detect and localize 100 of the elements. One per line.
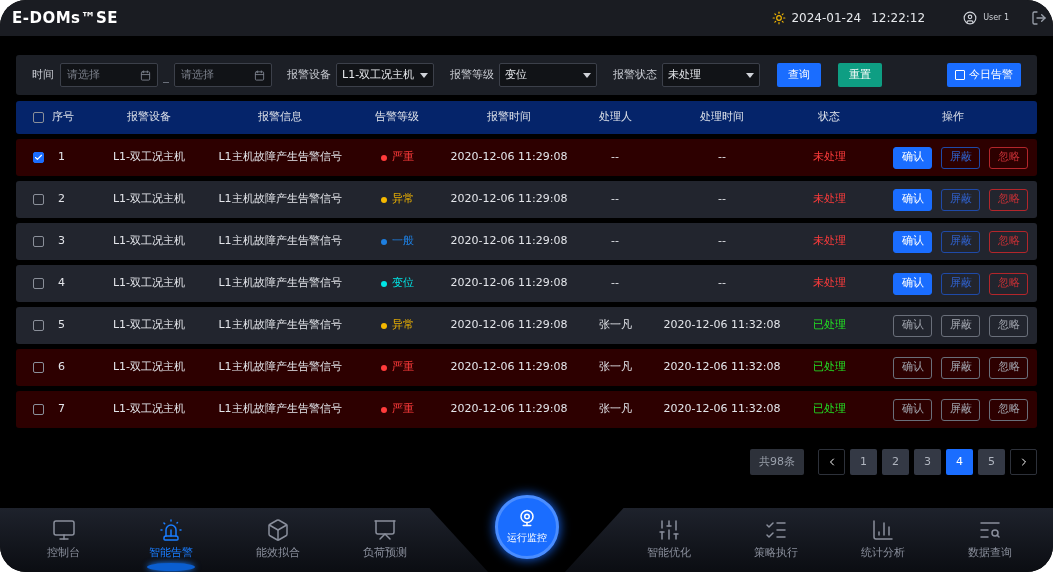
table-cell: L1-双工况主机 bbox=[112, 191, 186, 208]
nav-item[interactable]: 智能优化 bbox=[643, 518, 694, 562]
bar-chart-icon bbox=[870, 518, 895, 543]
date-text: 2024-01-24 bbox=[791, 10, 862, 27]
table-cell: -- bbox=[611, 191, 619, 208]
checkbox[interactable] bbox=[33, 112, 44, 123]
table-cell: 3 bbox=[58, 233, 65, 250]
logo: E-DOMs™SE bbox=[12, 7, 119, 29]
status-text: 未处理 bbox=[812, 233, 846, 250]
table-cell: 张一凡 bbox=[598, 401, 632, 418]
action-button[interactable]: 屏蔽 bbox=[941, 146, 980, 169]
action-button[interactable]: 屏蔽 bbox=[941, 356, 980, 379]
level-text: 异常 bbox=[391, 317, 414, 334]
column-header: 告警等级 bbox=[375, 109, 419, 126]
checkbox[interactable] bbox=[33, 194, 44, 205]
calendar-icon bbox=[140, 69, 151, 81]
checkbox[interactable] bbox=[33, 236, 44, 247]
table-cell: 2020-12-06 11:29:08 bbox=[450, 359, 568, 376]
page-button[interactable]: 3 bbox=[914, 449, 941, 475]
checkbox[interactable] bbox=[33, 404, 44, 415]
table-cell: -- bbox=[718, 149, 726, 166]
page-button[interactable]: 5 bbox=[978, 449, 1005, 475]
user-name: User 1 bbox=[983, 12, 1009, 24]
page-button[interactable]: 4 bbox=[946, 449, 973, 475]
column-header: 报警时间 bbox=[487, 109, 531, 126]
column-header: 操作 bbox=[942, 109, 964, 126]
caret-icon bbox=[420, 72, 428, 78]
action-button[interactable]: 屏蔽 bbox=[941, 398, 980, 421]
action-button[interactable]: 确认 bbox=[893, 314, 932, 337]
reset-button[interactable]: 重置 bbox=[838, 63, 882, 87]
device-select[interactable]: L1-双工况主机 bbox=[336, 63, 434, 87]
table-row[interactable]: 2 L1-双工况主机 L1主机故障产生告警信号 异常 2020-12-06 11:29:08 -- -- 未处理 确认 屏蔽 忽略 bbox=[16, 181, 1037, 218]
page-button[interactable]: 1 bbox=[850, 449, 877, 475]
nav-item[interactable]: 负荷预测 bbox=[359, 518, 410, 562]
table-cell: -- bbox=[611, 149, 619, 166]
level-text: 严重 bbox=[391, 359, 414, 376]
level-select[interactable]: 变位 bbox=[499, 63, 597, 87]
action-button[interactable]: 屏蔽 bbox=[941, 314, 980, 337]
table-row[interactable]: 7 L1-双工况主机 L1主机故障产生告警信号 严重 2020-12-06 11:29:08 张一凡 2020-12-06 11:32:08 已处理 确认 屏蔽 忽略 bbox=[16, 391, 1037, 428]
nav-item[interactable]: 控制台 bbox=[38, 518, 89, 562]
level-text: 严重 bbox=[391, 149, 414, 166]
table-row[interactable]: 6 L1-双工况主机 L1主机故障产生告警信号 严重 2020-12-06 11:29:08 张一凡 2020-12-06 11:32:08 已处理 确认 屏蔽 忽略 bbox=[16, 349, 1037, 386]
action-button[interactable]: 忽略 bbox=[989, 146, 1028, 169]
table-row[interactable]: 1 L1-双工况主机 L1主机故障产生告警信号 严重 2020-12-06 11:29:08 -- -- 未处理 确认 屏蔽 忽略 bbox=[16, 139, 1037, 176]
table-row[interactable]: 5 L1-双工况主机 L1主机故障产生告警信号 异常 2020-12-06 11:29:08 张一凡 2020-12-06 11:32:08 已处理 确认 屏蔽 忽略 bbox=[16, 307, 1037, 344]
status-select[interactable]: 未处理 bbox=[662, 63, 760, 87]
action-button[interactable]: 确认 bbox=[893, 230, 932, 253]
status-text: 未处理 bbox=[812, 191, 846, 208]
nav-item[interactable]: 策略执行 bbox=[750, 518, 801, 562]
calendar-icon bbox=[254, 69, 265, 81]
table-row[interactable]: 4 L1-双工况主机 L1主机故障产生告警信号 变位 2020-12-06 11:29:08 -- -- 未处理 确认 屏蔽 忽略 bbox=[16, 265, 1037, 302]
column-header: 序号 bbox=[52, 109, 74, 126]
checkbox[interactable] bbox=[33, 278, 44, 289]
action-button[interactable]: 忽略 bbox=[989, 356, 1028, 379]
checkbox[interactable] bbox=[33, 152, 44, 163]
glow-ellipse bbox=[146, 562, 195, 571]
action-button[interactable]: 忽略 bbox=[989, 314, 1028, 337]
exit-icon[interactable] bbox=[1031, 10, 1047, 26]
table-cell: 5 bbox=[58, 317, 65, 334]
nav-item[interactable]: 统计分析 bbox=[857, 518, 908, 562]
nav-item[interactable]: 智能告警 bbox=[145, 518, 196, 562]
monitor-center-button[interactable]: 运行监控 bbox=[494, 495, 559, 559]
date-field[interactable]: 请选择 bbox=[174, 63, 272, 87]
action-button[interactable]: 确认 bbox=[893, 356, 932, 379]
action-button[interactable]: 确认 bbox=[893, 272, 932, 295]
table-cell: 2020-12-06 11:29:08 bbox=[450, 233, 568, 250]
column-header: 报警信息 bbox=[258, 109, 302, 126]
table-row[interactable]: 3 L1-双工况主机 L1主机故障产生告警信号 一般 2020-12-06 11:29:08 -- -- 未处理 确认 屏蔽 忽略 bbox=[16, 223, 1037, 260]
table-cell: 4 bbox=[58, 275, 65, 292]
date-field[interactable]: 请选择 bbox=[60, 63, 158, 87]
siren-icon bbox=[158, 518, 183, 543]
today-alarm-button[interactable]: 今日告警 bbox=[947, 63, 1021, 87]
level-text: 一般 bbox=[391, 233, 414, 250]
nav-item[interactable]: 数据查询 bbox=[964, 518, 1015, 562]
action-button[interactable]: 确认 bbox=[893, 146, 932, 169]
table-cell: L1-双工况主机 bbox=[112, 275, 186, 292]
table-cell: -- bbox=[611, 233, 619, 250]
column-header: 报警设备 bbox=[127, 109, 171, 126]
action-button[interactable]: 确认 bbox=[893, 398, 932, 421]
status-text: 已处理 bbox=[812, 359, 846, 376]
table-cell: 2020-12-06 11:29:08 bbox=[450, 401, 568, 418]
user-icon[interactable] bbox=[963, 11, 978, 25]
query-button[interactable]: 查询 bbox=[777, 63, 821, 87]
checkbox[interactable] bbox=[33, 362, 44, 373]
table-cell: 1 bbox=[58, 149, 65, 166]
sun-icon bbox=[772, 11, 787, 25]
table-cell: L1-双工况主机 bbox=[112, 317, 186, 334]
table-cell: L1-双工况主机 bbox=[112, 233, 186, 250]
filter-label: 时间 bbox=[32, 66, 54, 83]
action-button[interactable]: 确认 bbox=[893, 188, 932, 211]
caret-icon bbox=[583, 72, 591, 78]
page-button[interactable]: 2 bbox=[882, 449, 909, 475]
checkbox[interactable] bbox=[33, 320, 44, 331]
nav-item[interactable]: 能效拟合 bbox=[252, 518, 303, 562]
table-cell: L1-双工况主机 bbox=[112, 359, 186, 376]
status-text: 未处理 bbox=[812, 275, 846, 292]
checkbox-icon bbox=[955, 70, 965, 80]
table-cell: 2020-12-06 11:29:08 bbox=[450, 191, 568, 208]
column-header: 处理人 bbox=[598, 109, 632, 126]
action-button[interactable]: 忽略 bbox=[989, 398, 1028, 421]
